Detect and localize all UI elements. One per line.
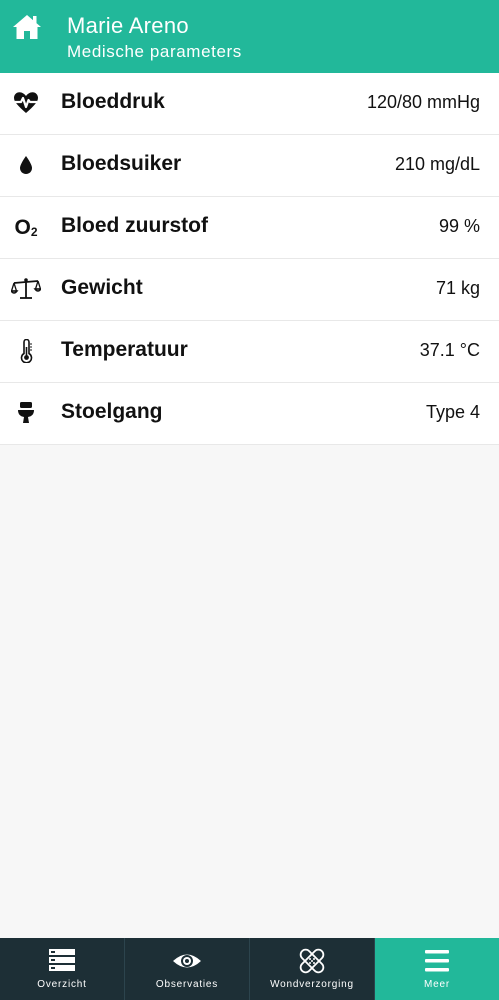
parameter-row-bloed-zuurstof[interactable]: O2 Bloed zuurstof 99 % xyxy=(0,197,499,259)
nav-label: Wondverzorging xyxy=(270,979,354,990)
parameter-value: 210 mg/dL xyxy=(394,154,480,174)
oxygen-icon: O2 xyxy=(14,215,38,239)
nav-wondverzorging[interactable]: Wondverzorging xyxy=(250,938,375,1000)
nav-overzicht[interactable]: Overzicht xyxy=(0,938,125,1000)
parameter-label: Bloeddruk xyxy=(61,90,165,113)
eye-icon xyxy=(173,954,201,968)
list-icon xyxy=(49,949,75,971)
parameter-label: Gewicht xyxy=(61,276,143,299)
parameter-label: Bloed zuurstof xyxy=(61,214,208,237)
parameter-row-bloeddruk[interactable]: Bloeddruk 120/80 mmHg xyxy=(0,73,499,135)
parameter-row-gewicht[interactable]: Gewicht 71 kg xyxy=(0,259,499,321)
drop-icon xyxy=(11,150,41,180)
nav-label: Overzicht xyxy=(37,979,87,990)
home-icon[interactable] xyxy=(12,13,42,41)
parameter-label: Bloedsuiker xyxy=(61,152,182,175)
parameter-label: Stoelgang xyxy=(61,400,163,423)
parameter-row-bloedsuiker[interactable]: Bloedsuiker 210 mg/dL xyxy=(0,135,499,197)
nav-label: Meer xyxy=(424,979,450,990)
page-subtitle: Medische parameters xyxy=(67,42,242,61)
nav-observaties[interactable]: Observaties xyxy=(125,938,250,1000)
parameter-value: 71 kg xyxy=(435,278,480,298)
scale-icon xyxy=(11,274,41,304)
heartbeat-icon xyxy=(11,88,41,118)
bottom-navigation: Overzicht Observaties Wondverzorging Mee… xyxy=(0,938,499,1000)
nav-label: Observaties xyxy=(155,979,219,990)
parameter-row-stoelgang[interactable]: Stoelgang Type 4 xyxy=(0,383,499,445)
parameter-row-temperatuur[interactable]: Temperatuur 37.1 °C xyxy=(0,321,499,383)
bandage-icon xyxy=(299,948,325,974)
parameter-list: Bloeddruk 120/80 mmHg Bloedsuiker 210 mg… xyxy=(0,73,499,445)
parameter-value: 37.1 °C xyxy=(419,340,480,360)
toilet-icon xyxy=(11,398,41,428)
thermometer-icon xyxy=(11,336,41,366)
app-header: Marie Areno Medische parameters xyxy=(0,0,499,73)
patient-name: Marie Areno xyxy=(67,13,189,38)
nav-meer[interactable]: Meer xyxy=(375,938,499,1000)
parameter-value: 99 % xyxy=(438,216,480,236)
menu-icon xyxy=(425,950,449,972)
parameter-value: 120/80 mmHg xyxy=(366,92,480,112)
parameter-value: Type 4 xyxy=(425,402,480,422)
parameter-label: Temperatuur xyxy=(61,338,188,361)
